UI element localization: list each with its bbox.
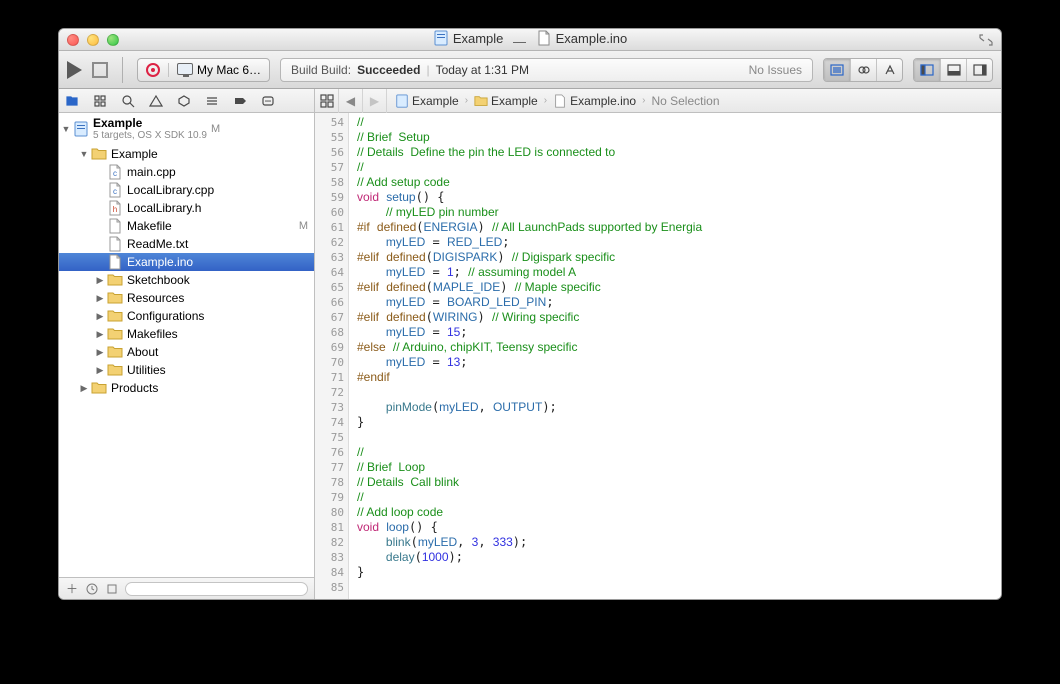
toggle-debug-button[interactable]	[940, 59, 966, 81]
window-title: Example — Example.ino	[59, 30, 1001, 49]
breadcrumb[interactable]: Example›Example›Example.ino›No Selection	[387, 94, 724, 108]
editor-mode-group	[823, 58, 903, 82]
svg-text:c: c	[113, 169, 117, 178]
folder-icon	[107, 362, 123, 378]
forward-button[interactable]: ▶	[363, 89, 387, 113]
monitor-icon	[177, 63, 193, 75]
file-icon: h	[107, 200, 123, 216]
activity-prefix: Build Build:	[291, 63, 351, 77]
folder-icon	[91, 380, 107, 396]
scm-filter-button[interactable]	[105, 582, 119, 596]
toggle-utilities-button[interactable]	[966, 59, 992, 81]
title-project: Example	[453, 31, 504, 46]
activity-time: Today at 1:31 PM	[436, 63, 529, 77]
jump-bar: ◀ ▶ Example›Example›Example.ino›No Selec…	[315, 89, 1001, 113]
folder-icon	[107, 308, 123, 324]
xcode-project-icon	[433, 30, 449, 46]
traffic-lights	[67, 34, 119, 46]
file-icon: c	[107, 164, 123, 180]
tree-folder[interactable]: ▶Sketchbook	[59, 271, 314, 289]
tree-folder[interactable]: ▶Resources	[59, 289, 314, 307]
symbol-navigator-tab[interactable]	[91, 92, 109, 110]
folder-icon	[107, 344, 123, 360]
toolbar: My Mac 6… Build Build: Succeeded | Today…	[59, 51, 1001, 89]
xcode-window: Example — Example.ino My Mac 6… Build Bu…	[58, 28, 1002, 600]
back-button[interactable]: ◀	[339, 89, 363, 113]
svg-text:h: h	[113, 205, 117, 214]
file-icon	[107, 254, 123, 270]
standard-editor-button[interactable]	[824, 59, 850, 81]
fullscreen-icon[interactable]	[979, 34, 993, 46]
activity-viewer: Build Build: Succeeded | Today at 1:31 P…	[280, 58, 813, 82]
editor-area: ◀ ▶ Example›Example›Example.ino›No Selec…	[315, 89, 1001, 599]
breadcrumb-item[interactable]: No Selection	[647, 94, 723, 108]
title-separator: —	[513, 34, 526, 49]
assistant-editor-button[interactable]	[850, 59, 876, 81]
tree-file[interactable]: MakefileM	[59, 217, 314, 235]
breadcrumb-item[interactable]: Example.ino	[549, 94, 640, 108]
log-navigator-tab[interactable]	[259, 92, 277, 110]
add-button[interactable]: ＋	[65, 582, 79, 596]
titlebar: Example — Example.ino	[59, 29, 1001, 51]
test-navigator-tab[interactable]	[175, 92, 193, 110]
activity-sep: |	[426, 63, 429, 77]
recent-filter-button[interactable]	[85, 582, 99, 596]
breakpoint-navigator-tab[interactable]	[231, 92, 249, 110]
title-file: Example.ino	[556, 31, 628, 46]
project-root[interactable]: ▼Example5 targets, OS X SDK 10.9M	[59, 113, 314, 145]
tree-file[interactable]: Example.ino	[59, 253, 314, 271]
tree-folder[interactable]: ▶Configurations	[59, 307, 314, 325]
find-navigator-tab[interactable]	[119, 92, 137, 110]
folder-icon	[91, 146, 107, 162]
navigator-filter-bar: ＋	[59, 577, 314, 599]
tree-file[interactable]: hLocalLibrary.h	[59, 199, 314, 217]
scheme-selector[interactable]: My Mac 6…	[137, 58, 270, 82]
file-icon	[107, 236, 123, 252]
document-icon	[536, 30, 552, 46]
debug-navigator-tab[interactable]	[203, 92, 221, 110]
tree-file[interactable]: cLocalLibrary.cpp	[59, 181, 314, 199]
body: ▼Example5 targets, OS X SDK 10.9M▼Exampl…	[59, 89, 1001, 599]
scheme-target-label: My Mac 6…	[197, 63, 261, 77]
xcode-project-icon	[73, 121, 89, 137]
activity-issues: No Issues	[749, 63, 802, 77]
folder-icon	[107, 272, 123, 288]
breadcrumb-item[interactable]: Example	[470, 94, 542, 108]
related-items-button[interactable]	[315, 89, 339, 113]
navigator: ▼Example5 targets, OS X SDK 10.9M▼Exampl…	[59, 89, 315, 599]
panel-toggle-group	[913, 58, 993, 82]
project-navigator-tab[interactable]	[63, 92, 81, 110]
minimize-icon[interactable]	[87, 34, 99, 46]
tree-folder[interactable]: ▶Utilities	[59, 361, 314, 379]
breadcrumb-item[interactable]: Example	[391, 94, 463, 108]
project-tree[interactable]: ▼Example5 targets, OS X SDK 10.9M▼Exampl…	[59, 113, 314, 577]
run-button[interactable]	[67, 61, 82, 79]
tree-folder[interactable]: ▶Products	[59, 379, 314, 397]
tree-file[interactable]: cmain.cpp	[59, 163, 314, 181]
navigator-filter-field[interactable]	[125, 582, 308, 596]
line-gutter: 54 55 56 57 58 59 60 61 62 63 64 65 66 6…	[315, 113, 349, 599]
folder-icon	[107, 290, 123, 306]
svg-text:c: c	[113, 187, 117, 196]
issue-navigator-tab[interactable]	[147, 92, 165, 110]
file-icon: c	[107, 182, 123, 198]
tree-folder[interactable]: ▼Example	[59, 145, 314, 163]
code-area[interactable]: // // Brief Setup // Details Define the …	[349, 113, 1001, 599]
scheme-target-icon	[146, 63, 160, 77]
tree-folder[interactable]: ▶About	[59, 343, 314, 361]
folder-icon	[107, 326, 123, 342]
stop-button[interactable]	[92, 62, 108, 78]
source-editor[interactable]: 54 55 56 57 58 59 60 61 62 63 64 65 66 6…	[315, 113, 1001, 599]
toggle-navigator-button[interactable]	[914, 59, 940, 81]
file-icon	[107, 218, 123, 234]
zoom-icon[interactable]	[107, 34, 119, 46]
activity-status: Succeeded	[357, 63, 420, 77]
navigator-tabs	[59, 89, 314, 113]
version-editor-button[interactable]	[876, 59, 902, 81]
close-icon[interactable]	[67, 34, 79, 46]
tree-file[interactable]: ReadMe.txt	[59, 235, 314, 253]
toolbar-divider	[122, 57, 123, 83]
tree-folder[interactable]: ▶Makefiles	[59, 325, 314, 343]
